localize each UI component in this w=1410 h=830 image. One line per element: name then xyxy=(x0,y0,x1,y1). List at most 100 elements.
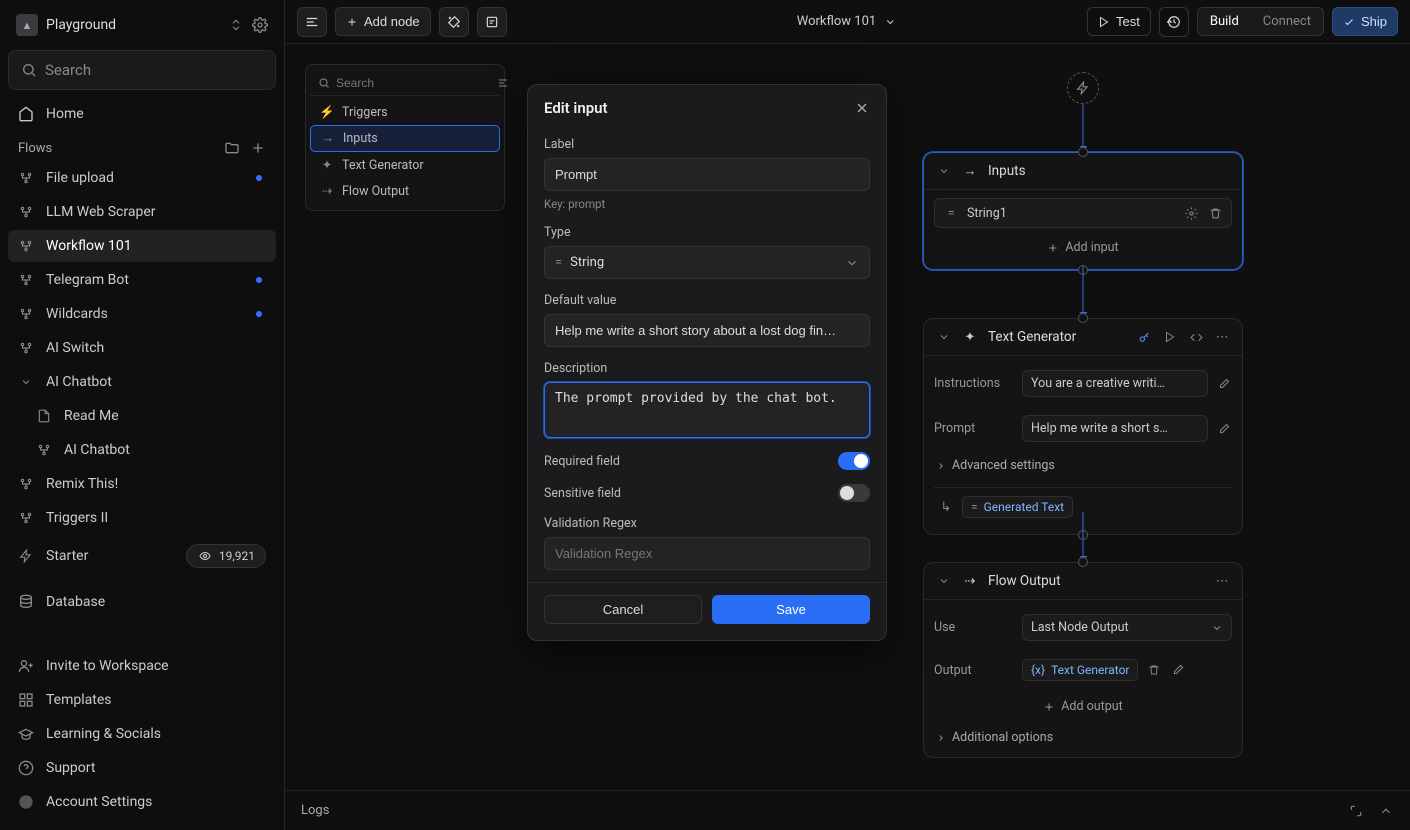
edit-icon[interactable] xyxy=(1216,421,1232,437)
output-icon: ⇢ xyxy=(320,183,334,199)
sidebar-database[interactable]: Database xyxy=(8,586,276,618)
help-icon xyxy=(18,760,34,776)
output-ref-chip[interactable]: {x}Text Generator xyxy=(1022,659,1138,681)
regex-input[interactable] xyxy=(544,537,870,570)
sidebar-flow-llm-scraper[interactable]: LLM Web Scraper xyxy=(8,196,276,228)
outline-search-input[interactable] xyxy=(336,76,491,90)
node-port-in[interactable] xyxy=(1078,147,1088,157)
cancel-button[interactable]: Cancel xyxy=(544,595,702,624)
magic-button[interactable] xyxy=(439,7,469,37)
sidebar-flow-file-upload[interactable]: File upload xyxy=(8,162,276,194)
sidebar-flow-wildcards[interactable]: Wildcards xyxy=(8,298,276,330)
connect-tab[interactable]: Connect xyxy=(1251,8,1323,35)
outline-triggers[interactable]: ⚡Triggers xyxy=(310,100,500,125)
play-icon[interactable] xyxy=(1162,329,1178,345)
chevron-down-icon xyxy=(882,14,898,30)
gear-icon[interactable] xyxy=(1183,205,1199,221)
user-plus-icon xyxy=(18,658,34,674)
code-icon[interactable] xyxy=(1188,329,1204,345)
history-button[interactable] xyxy=(1159,7,1189,37)
chevron-down-icon[interactable] xyxy=(936,329,952,345)
notes-button[interactable] xyxy=(477,7,507,37)
collapse-sidebar-button[interactable] xyxy=(297,7,327,37)
key-icon[interactable] xyxy=(1136,329,1152,345)
edit-icon[interactable] xyxy=(1216,376,1232,392)
add-node-button[interactable]: Add node xyxy=(335,7,431,36)
modal-title: Edit input xyxy=(544,99,608,117)
sidebar-flow-remix[interactable]: Remix This! xyxy=(8,468,276,500)
search-placeholder: Search xyxy=(45,61,91,79)
label-input[interactable] xyxy=(544,158,870,191)
chevron-up-icon[interactable] xyxy=(1378,803,1394,819)
node-flow-output[interactable]: ⇢ Flow Output ⋯ Use Last Node Output Out… xyxy=(923,562,1243,758)
sidebar-flow-triggers-ii[interactable]: Triggers II xyxy=(8,502,276,534)
chevron-down-icon[interactable] xyxy=(936,163,952,179)
add-flow-icon[interactable] xyxy=(250,140,266,156)
flow-icon xyxy=(18,306,34,322)
sensitive-toggle[interactable] xyxy=(838,484,870,502)
sidebar-flow-telegram-bot[interactable]: Telegram Bot xyxy=(8,264,276,296)
close-icon[interactable] xyxy=(854,100,870,116)
input-row-string1[interactable]: = String1 xyxy=(934,198,1232,228)
type-select[interactable]: =String xyxy=(544,246,870,279)
outline-textgen[interactable]: ✦Text Generator xyxy=(310,152,500,178)
flow-icon xyxy=(18,272,34,288)
outline-search[interactable] xyxy=(310,71,500,96)
output-chip[interactable]: =Generated Text xyxy=(962,496,1073,518)
trigger-node[interactable] xyxy=(1067,72,1099,104)
add-output-button[interactable]: Add output xyxy=(934,693,1232,720)
node-text-generator[interactable]: ✦ Text Generator ⋯ Instructions You are … xyxy=(923,318,1243,535)
sidebar-flow-workflow-101[interactable]: Workflow 101 xyxy=(8,230,276,262)
expand-icon[interactable] xyxy=(1348,803,1364,819)
sidebar-chatbot-flow[interactable]: AI Chatbot xyxy=(8,434,276,466)
node-port-in[interactable] xyxy=(1078,313,1088,323)
edit-icon[interactable] xyxy=(1170,662,1186,678)
default-value-input[interactable] xyxy=(544,314,870,347)
additional-options-toggle[interactable]: Additional options xyxy=(934,726,1232,749)
more-icon[interactable]: ⋯ xyxy=(1214,329,1230,345)
workflow-title[interactable]: Workflow 101 xyxy=(797,14,898,30)
workspace-switch-icon[interactable] xyxy=(228,17,244,33)
sidebar-search[interactable]: Search xyxy=(8,50,276,90)
use-select[interactable]: Last Node Output xyxy=(1022,614,1232,641)
logs-bar[interactable]: Logs xyxy=(285,790,1410,830)
sidebar-account[interactable]: Account Settings xyxy=(8,786,276,818)
settings-icon[interactable] xyxy=(252,17,268,33)
more-icon[interactable]: ⋯ xyxy=(1214,573,1230,589)
sidebar-flow-ai-switch[interactable]: AI Switch xyxy=(8,332,276,364)
unsaved-dot-icon xyxy=(256,175,262,181)
chevron-down-icon[interactable] xyxy=(936,573,952,589)
node-port-in[interactable] xyxy=(1078,557,1088,567)
add-input-button[interactable]: Add input xyxy=(934,234,1232,261)
advanced-settings-toggle[interactable]: Advanced settings xyxy=(934,454,1232,477)
save-button[interactable]: Save xyxy=(712,595,870,624)
sidebar-starter[interactable]: Starter 19,921 xyxy=(8,536,276,576)
sidebar-support[interactable]: Support xyxy=(8,752,276,784)
outline-inputs[interactable]: →Inputs xyxy=(310,125,500,152)
default-field-label: Default value xyxy=(544,293,870,308)
sidebar-home[interactable]: Home xyxy=(8,98,276,130)
required-toggle[interactable] xyxy=(838,452,870,470)
outline-flowoutput[interactable]: ⇢Flow Output xyxy=(310,178,500,204)
sidebar-chatbot-readme[interactable]: Read Me xyxy=(8,400,276,432)
folder-icon[interactable] xyxy=(224,140,240,156)
sidebar-learning[interactable]: Learning & Socials xyxy=(8,718,276,750)
graduation-icon xyxy=(18,726,34,742)
ship-button[interactable]: Ship xyxy=(1332,7,1398,36)
sidebar-invite[interactable]: Invite to Workspace xyxy=(8,650,276,682)
flow-icon xyxy=(18,340,34,356)
collapse-icon[interactable] xyxy=(497,75,509,91)
flow-icon xyxy=(18,238,34,254)
node-inputs[interactable]: → Inputs = String1 Add input xyxy=(923,152,1243,270)
sidebar-templates[interactable]: Templates xyxy=(8,684,276,716)
workspace-name[interactable]: Playground xyxy=(46,17,220,33)
description-textarea[interactable] xyxy=(544,382,870,438)
search-icon xyxy=(318,75,330,91)
trash-icon[interactable] xyxy=(1207,205,1223,221)
test-button[interactable]: Test xyxy=(1087,7,1151,36)
eye-icon xyxy=(197,548,213,564)
text-icon: = xyxy=(943,205,959,221)
build-tab[interactable]: Build xyxy=(1198,8,1251,35)
sidebar-flow-ai-chatbot[interactable]: AI Chatbot xyxy=(8,366,276,398)
trash-icon[interactable] xyxy=(1146,662,1162,678)
